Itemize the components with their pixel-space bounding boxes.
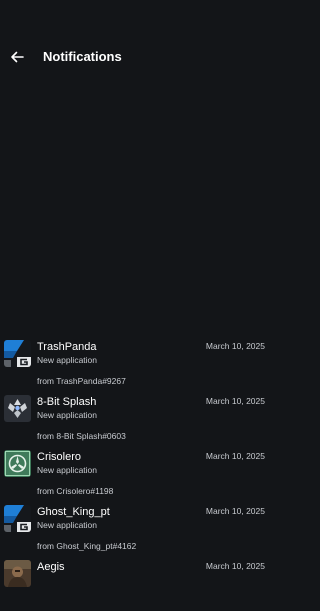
emblem-avatar-icon bbox=[4, 450, 31, 477]
notification-subtitle: New application bbox=[37, 465, 98, 475]
notification-from: from TrashPanda#9267 bbox=[37, 376, 126, 386]
notification-item[interactable]: 8-Bit Splash March 10, 2025 New applicat… bbox=[0, 391, 269, 446]
notification-item[interactable]: TrashPanda March 10, 2025 New applicatio… bbox=[0, 336, 269, 391]
trashpanda-avatar-icon bbox=[4, 505, 31, 532]
notification-name: Crisolero bbox=[37, 451, 82, 463]
page-title: Notifications bbox=[43, 49, 122, 64]
notification-name: TrashPanda bbox=[37, 341, 97, 353]
notification-name: 8-Bit Splash bbox=[37, 396, 97, 408]
notification-subtitle: New application bbox=[37, 355, 98, 365]
notification-from: from 8-Bit Splash#0603 bbox=[37, 431, 126, 441]
notification-item[interactable]: Ghost_King_pt March 10, 2025 New applica… bbox=[0, 501, 269, 556]
character-avatar-icon bbox=[4, 560, 31, 587]
notification-list: TrashPanda March 10, 2025 New applicatio… bbox=[0, 336, 269, 611]
notification-date: March 10, 2025 bbox=[205, 561, 265, 571]
back-arrow-icon[interactable] bbox=[8, 48, 26, 66]
notification-date: March 10, 2025 bbox=[205, 341, 265, 351]
notification-date: March 10, 2025 bbox=[205, 506, 265, 516]
notification-name: Aegis bbox=[37, 561, 65, 573]
notification-from: from Crisolero#1198 bbox=[37, 486, 114, 496]
notification-from: from Ghost_King_pt#4162 bbox=[37, 541, 137, 551]
notification-date: March 10, 2025 bbox=[205, 451, 265, 461]
notification-subtitle: New application bbox=[37, 520, 98, 530]
notification-name: Ghost_King_pt bbox=[37, 506, 110, 518]
notification-item[interactable]: Aegis March 10, 2025 bbox=[0, 556, 269, 611]
notification-item[interactable]: Crisolero March 10, 2025 New application… bbox=[0, 446, 269, 501]
trashpanda-avatar-icon bbox=[4, 340, 31, 367]
app-header: Notifications bbox=[0, 0, 269, 112]
notification-subtitle: New application bbox=[37, 410, 98, 420]
destiny-ghost-avatar-icon bbox=[4, 395, 31, 422]
notification-date: March 10, 2025 bbox=[205, 396, 265, 406]
